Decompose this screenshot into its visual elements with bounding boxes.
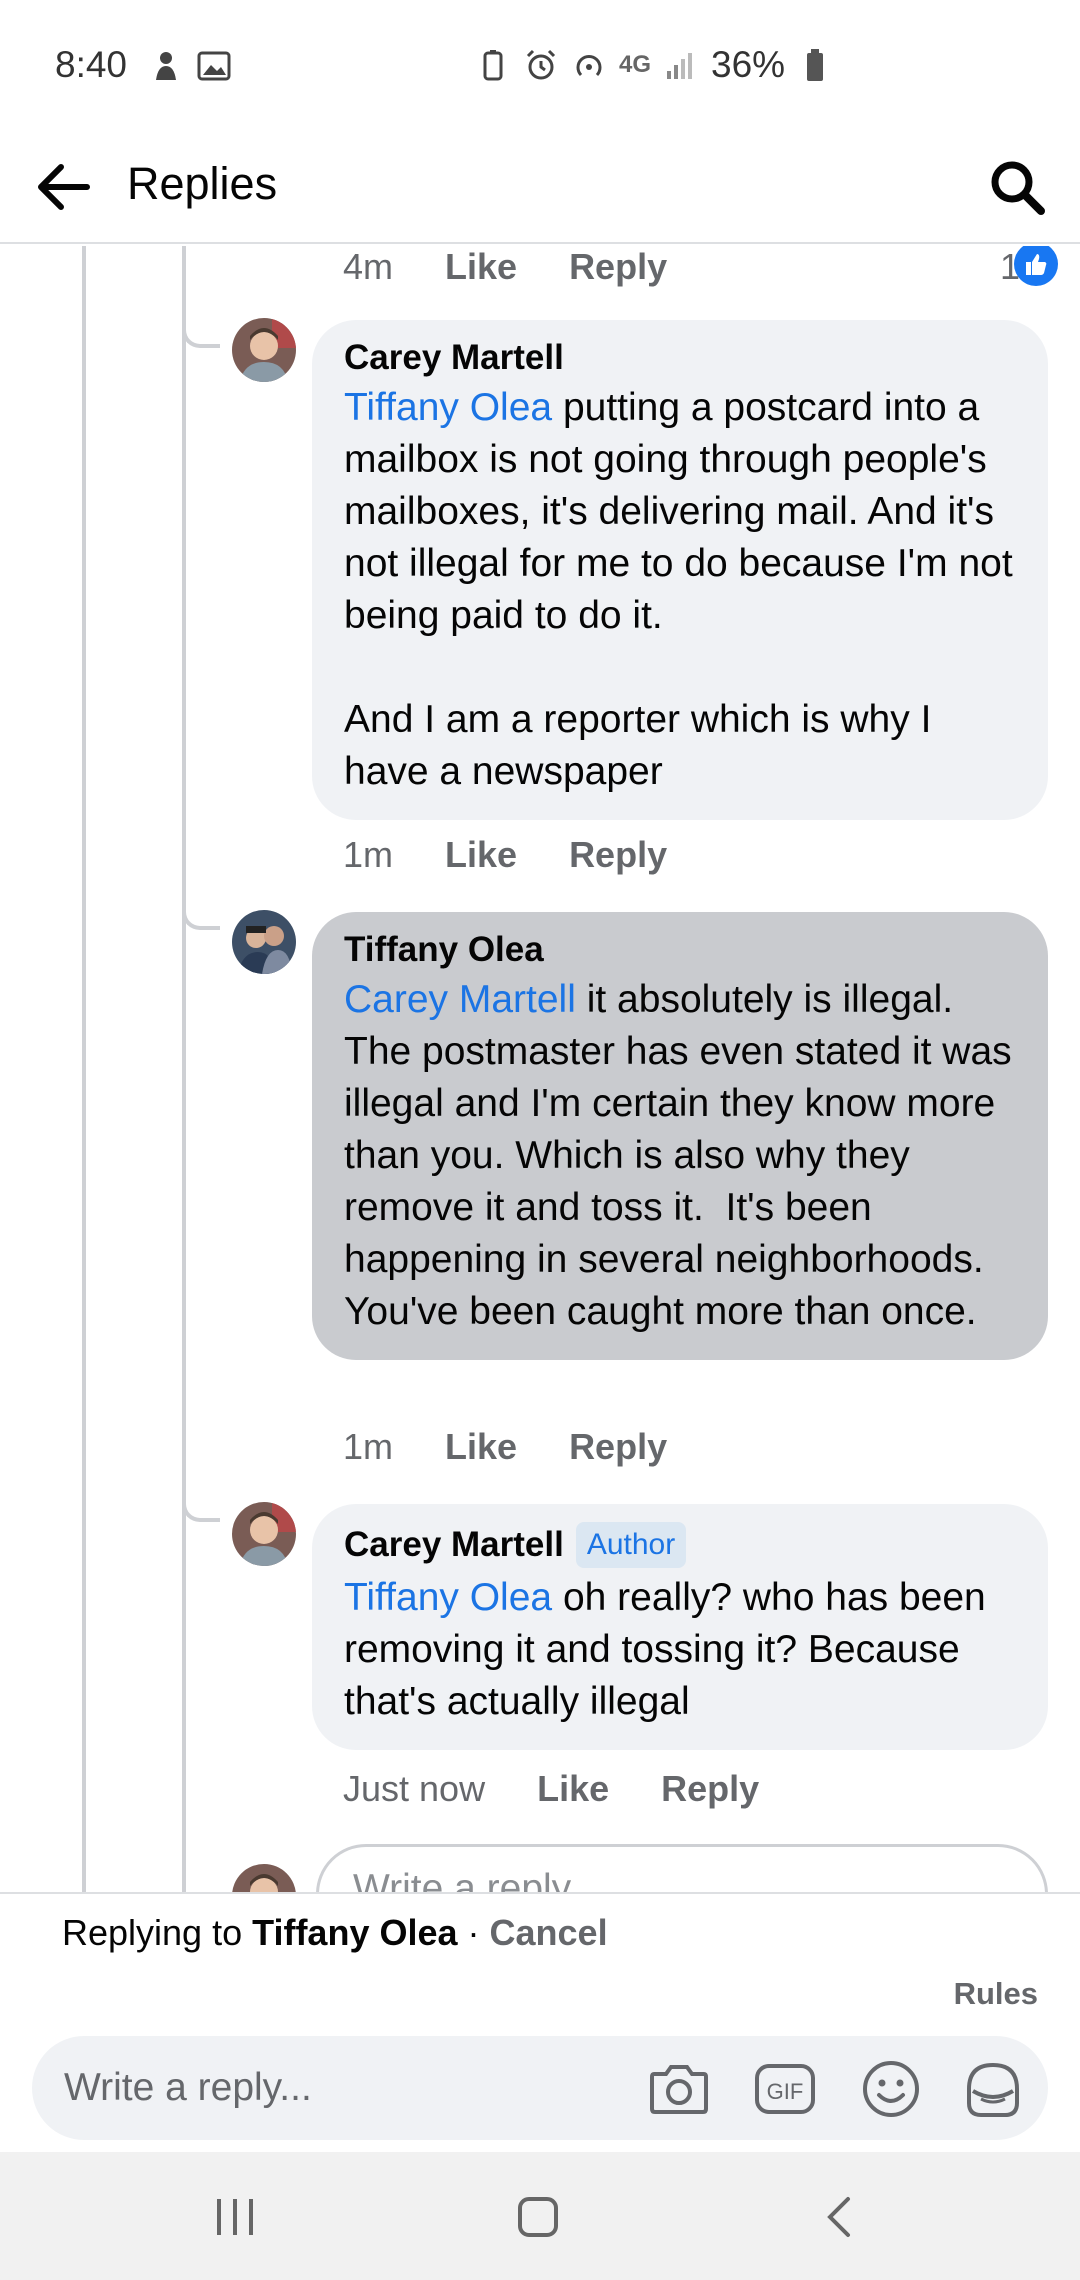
sticker-icon [967,2062,1019,2117]
battery-icon [807,49,824,81]
replying-to-name: Tiffany Olea [252,1912,458,1953]
cancel-reply-button[interactable]: Cancel [490,1912,608,1953]
avatar[interactable] [232,1502,296,1566]
like-button[interactable]: Like [445,1426,517,1468]
gif-label: GIF [767,2079,804,2104]
separator: · [457,1912,490,1953]
comment-actions: 1m Like Reply [343,1426,719,1468]
avatar[interactable] [232,318,296,382]
alarm-icon [526,49,556,80]
comment-body: it absolutely is illegal. The postmaster… [344,978,1023,1333]
mention-link[interactable]: Carey Martell [344,978,576,1021]
avatar [232,1864,296,1892]
reply-button[interactable]: Reply [569,246,667,288]
recent-apps-icon [217,2199,253,2235]
reply-input[interactable]: Write a reply... GIF [32,2036,1048,2140]
system-nav-bar [0,2152,1080,2280]
status-time: 8:40 [55,44,128,85]
battery-saver-icon [483,50,503,81]
notification-icon [156,52,176,80]
comment-bubble[interactable]: Carey Martell Author Tiffany Olea oh rea… [312,1504,1048,1750]
home-button[interactable] [505,2184,571,2250]
comment-actions: Just now Like Reply [343,1768,811,1810]
thumbs-up-icon [1014,246,1058,286]
inline-reply-input[interactable]: Write a reply... [316,1844,1048,1892]
thread-connector [182,910,220,930]
avatar[interactable] [232,910,296,974]
comment-text: Tiffany Olea oh really? who has been rem… [344,1572,1016,1728]
gif-button[interactable]: GIF [752,2056,818,2122]
reply-button[interactable]: Reply [569,1426,667,1468]
recent-apps-button[interactable] [202,2184,268,2250]
comment-text: Tiffany Olea putting a postcard into a m… [344,382,1016,798]
reply-input-placeholder: Write a reply... [64,2066,312,2109]
thread-line-inner [182,246,186,1892]
previous-comment-actions: 4m Like Reply [343,246,719,288]
replying-to-line: Replying to Tiffany Olea · Cancel [62,1912,608,1954]
comment-time: 1m [343,1426,394,1467]
page-title: Replies [127,158,278,209]
mention-link[interactable]: Tiffany Olea [344,1576,552,1619]
back-button[interactable] [30,154,96,220]
comment-time: 1m [343,834,394,875]
comment-body: putting a postcard into a mailbox is not… [344,386,1013,793]
camera-icon [650,2065,708,2114]
arrow-left-icon [38,164,90,210]
signal-icon [667,53,693,79]
replies-thread[interactable]: 4m Like Reply 1 Carey Martell Tiffany Ol… [0,246,1080,1892]
thread-connector [182,1502,220,1522]
home-icon [518,2197,558,2237]
comment-actions: 1m Like Reply [343,834,719,876]
comment-author-line: Carey Martell Author [344,1522,1016,1568]
status-system-icons: 4G 36% [475,44,833,86]
like-button[interactable]: Like [445,246,517,288]
thread-connector [182,328,220,348]
like-button[interactable]: Like [445,834,517,876]
image-icon [197,51,231,81]
thread-line-outer [82,246,86,1892]
app-header: Replies [0,130,1080,244]
status-bar: 8:40 4G 36% [0,0,1080,130]
battery-percent: 36% [711,44,786,85]
reply-button[interactable]: Reply [569,834,667,876]
like-button[interactable]: Like [537,1768,609,1810]
comment-bubble-highlighted[interactable]: Tiffany Olea Carey Martell it absolutely… [312,912,1048,1360]
comment-text: Carey Martell it absolutely is illegal. … [344,974,1016,1338]
emoji-button[interactable] [858,2056,924,2122]
network-type: 4G [619,51,652,78]
camera-button[interactable] [646,2056,712,2122]
search-icon [991,161,1045,215]
comment-time: Just now [343,1768,486,1809]
replying-prefix: Replying to [62,1912,253,1953]
comment-author[interactable]: Carey Martell [344,338,564,378]
back-nav-button[interactable] [806,2184,872,2250]
status-notification-icons [148,48,232,84]
mention-link[interactable]: Tiffany Olea [344,386,552,429]
search-button[interactable] [982,152,1052,222]
hotspot-icon [576,55,602,77]
comment-author-line: Tiffany Olea [344,930,1016,970]
gif-icon: GIF [755,2064,815,2114]
comment-author-line: Carey Martell [344,338,1016,378]
smiley-icon [863,2061,919,2117]
rules-link[interactable]: Rules [954,1976,1038,2012]
author-badge: Author [575,1522,687,1568]
chevron-left-icon [827,2197,850,2237]
comment-time: 4m [343,246,394,287]
comment-author[interactable]: Tiffany Olea [344,930,544,970]
comment-bubble[interactable]: Carey Martell Tiffany Olea putting a pos… [312,320,1048,820]
comment-author[interactable]: Carey Martell [344,1525,564,1565]
sticker-button[interactable] [960,2056,1026,2122]
reply-button[interactable]: Reply [661,1768,759,1810]
reply-composer: Replying to Tiffany Olea · Cancel Rules … [0,1892,1080,2152]
